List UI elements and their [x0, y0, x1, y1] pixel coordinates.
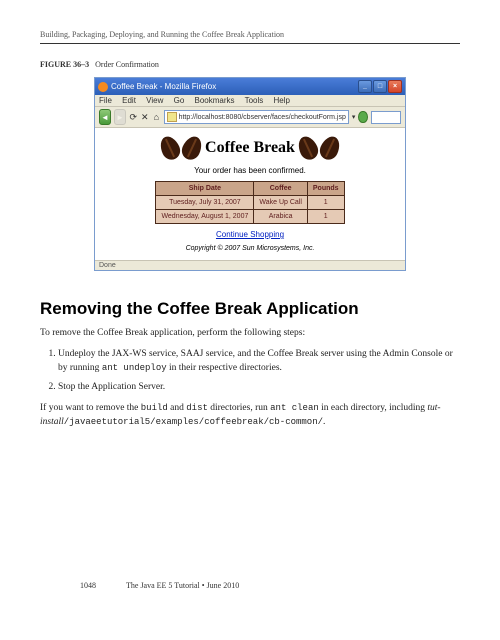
- text: and: [168, 403, 186, 413]
- footer-text: The Java EE 5 Tutorial • June 2010: [126, 581, 239, 590]
- table-row: Tuesday, July 31, 2007 Wake Up Call 1: [156, 196, 344, 210]
- cell-shipdate: Tuesday, July 31, 2007: [156, 196, 254, 210]
- url-text: http://localhost:8080/cbserver/faces/che…: [179, 114, 346, 121]
- menubar: File Edit View Go Bookmarks Tools Help: [95, 95, 405, 107]
- menu-bookmarks[interactable]: Bookmarks: [195, 96, 235, 105]
- stop-icon[interactable]: ✕: [140, 111, 149, 123]
- code-text: dist: [186, 403, 208, 413]
- code-text: ant undeploy: [102, 363, 167, 373]
- page-content: Coffee Break Your order has been confirm…: [95, 128, 405, 260]
- coffee-bean-icon: [317, 133, 343, 162]
- figure-caption: Order Confirmation: [95, 60, 159, 69]
- page-header: Building, Packaging, Deploying, and Runn…: [40, 30, 460, 44]
- coffee-bean-icon: [295, 133, 321, 162]
- figure-number: FIGURE 36–3: [40, 60, 89, 69]
- section-heading: Removing the Coffee Break Application: [40, 299, 460, 319]
- cell-coffee: Arabica: [254, 210, 308, 224]
- figure-label: FIGURE 36–3 Order Confirmation: [40, 60, 460, 69]
- page-number: 1048: [80, 581, 96, 590]
- text: in each directory, including: [319, 403, 428, 413]
- logo: Coffee Break: [103, 136, 397, 160]
- confirmation-message: Your order has been confirmed.: [103, 166, 397, 175]
- browser-window: Coffee Break - Mozilla Firefox _ □ × Fil…: [94, 77, 406, 271]
- order-table: Ship Date Coffee Pounds Tuesday, July 31…: [155, 181, 344, 224]
- steps-list: Undeploy the JAX-WS service, SAAJ servic…: [40, 347, 460, 394]
- col-pounds: Pounds: [307, 182, 344, 196]
- col-coffee: Coffee: [254, 182, 308, 196]
- cell-pounds: 1: [307, 196, 344, 210]
- menu-edit[interactable]: Edit: [122, 96, 136, 105]
- menu-view[interactable]: View: [146, 96, 163, 105]
- logo-text: Coffee Break: [205, 139, 295, 157]
- code-text: /javaeetutorial5/examples/coffeebreak/cb…: [64, 417, 323, 427]
- cell-pounds: 1: [307, 210, 344, 224]
- code-text: ant clean: [270, 403, 319, 413]
- intro-text: To remove the Coffee Break application, …: [40, 327, 460, 341]
- table-row: Wednesday, August 1, 2007 Arabica 1: [156, 210, 344, 224]
- window-title: Coffee Break - Mozilla Firefox: [111, 82, 216, 91]
- search-input[interactable]: [371, 111, 401, 124]
- menu-help[interactable]: Help: [274, 96, 290, 105]
- menu-go[interactable]: Go: [174, 96, 185, 105]
- dropdown-icon[interactable]: ▾: [352, 113, 356, 121]
- menu-tools[interactable]: Tools: [245, 96, 264, 105]
- minimize-button[interactable]: _: [358, 80, 372, 93]
- text: If you want to remove the: [40, 403, 141, 413]
- page-footer: 1048 The Java EE 5 Tutorial • June 2010: [80, 581, 420, 590]
- go-button[interactable]: [358, 111, 367, 123]
- step-text: in their respective directories.: [167, 363, 282, 373]
- text: .: [323, 417, 325, 427]
- coffee-bean-icon: [157, 133, 183, 162]
- forward-button[interactable]: ►: [114, 109, 126, 125]
- cell-coffee: Wake Up Call: [254, 196, 308, 210]
- step-item: Undeploy the JAX-WS service, SAAJ servic…: [58, 347, 460, 376]
- toolbar: ◄ ► ⟳ ✕ ⌂ http://localhost:8080/cbserver…: [95, 107, 405, 128]
- statusbar: Done: [95, 260, 405, 270]
- address-bar[interactable]: http://localhost:8080/cbserver/faces/che…: [164, 110, 349, 124]
- text: directories, run: [208, 403, 270, 413]
- continue-shopping-link[interactable]: Continue Shopping: [216, 230, 284, 239]
- coffee-bean-icon: [179, 133, 205, 162]
- window-controls: _ □ ×: [358, 80, 402, 93]
- titlebar: Coffee Break - Mozilla Firefox _ □ ×: [95, 78, 405, 95]
- col-shipdate: Ship Date: [156, 182, 254, 196]
- code-text: build: [141, 403, 168, 413]
- maximize-button[interactable]: □: [373, 80, 387, 93]
- table-header-row: Ship Date Coffee Pounds: [156, 182, 344, 196]
- close-button[interactable]: ×: [388, 80, 402, 93]
- reload-icon[interactable]: ⟳: [129, 111, 138, 123]
- menu-file[interactable]: File: [99, 96, 112, 105]
- firefox-icon: [98, 82, 108, 92]
- after-text: If you want to remove the build and dist…: [40, 402, 460, 430]
- back-button[interactable]: ◄: [99, 109, 111, 125]
- page-icon: [167, 112, 177, 122]
- cell-shipdate: Wednesday, August 1, 2007: [156, 210, 254, 224]
- step-item: Stop the Application Server.: [58, 380, 460, 394]
- step-text: Stop the Application Server.: [58, 382, 165, 392]
- copyright-text: Copyright © 2007 Sun Microsystems, Inc.: [103, 245, 397, 252]
- home-icon[interactable]: ⌂: [152, 111, 161, 123]
